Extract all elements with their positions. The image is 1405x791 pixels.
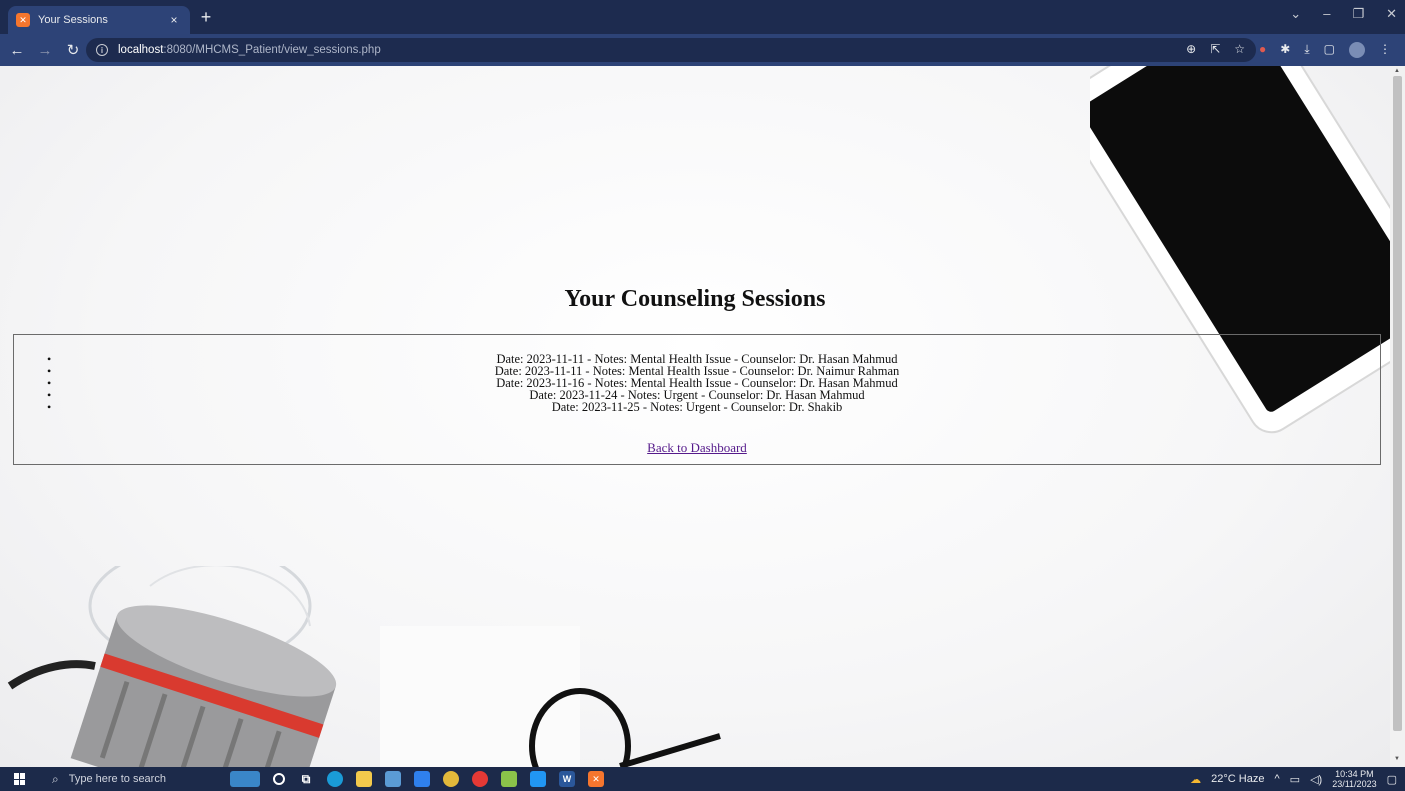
back-arrow-icon[interactable]: ← [6,42,28,59]
share-icon[interactable]: ⇱ [1210,42,1220,58]
volume-icon[interactable]: ◁) [1310,773,1322,786]
browser-tab-strip: ✕ Your Sessions × + ⌄ – ❐ ✕ [0,0,1405,34]
windows-taskbar: ⌕ Type here to search ⧉ W ✕ ☁ 22°C Haze … [0,767,1405,791]
profile-icon[interactable] [1349,42,1365,58]
clock[interactable]: 10:34 PM 23/11/2023 [1332,769,1376,789]
scroll-up-icon[interactable]: ▲ [1394,68,1400,74]
clock-date: 23/11/2023 [1332,779,1377,789]
page-content: Your Counseling Sessions Date: 2023-11-1… [0,66,1390,767]
widgets-app-icon[interactable] [230,771,260,787]
mail-icon[interactable] [414,771,430,787]
sessions-container: Date: 2023-11-11 - Notes: Mental Health … [13,334,1381,465]
notepad-icon[interactable] [501,771,517,787]
xampp-icon[interactable]: ✕ [588,771,604,787]
page-scrollbar[interactable]: ▲ ▼ [1390,66,1405,767]
back-link-wrapper: Back to Dashboard [14,440,1380,456]
windows-logo-icon [14,773,26,785]
extension-red-icon[interactable]: ● [1259,42,1266,58]
weather-icon[interactable]: ☁ [1190,773,1201,786]
clock-time: 10:34 PM [1335,769,1374,779]
start-button[interactable] [0,767,40,791]
edge-icon[interactable] [327,771,343,787]
forward-arrow-icon[interactable]: → [34,42,56,59]
page-title: Your Counseling Sessions [564,286,826,312]
network-icon[interactable]: ▭ [1290,773,1300,786]
tab-close-icon[interactable]: × [166,13,182,27]
maximize-button[interactable]: ❐ [1352,6,1364,22]
store-icon[interactable] [385,771,401,787]
url-host: localhost [118,44,164,56]
scroll-thumb[interactable] [1393,76,1402,731]
task-view-icon[interactable]: ⧉ [298,771,314,787]
zoom-icon[interactable]: ⊕ [1186,42,1196,58]
search-placeholder: Type here to search [68,773,166,785]
system-tray: ☁ 22°C Haze ^ ▭ ◁) 10:34 PM 23/11/2023 ▢ [1190,767,1397,791]
info-icon[interactable]: i [96,44,108,56]
close-window-button[interactable]: ✕ [1386,6,1397,22]
page-viewport: Your Counseling Sessions Date: 2023-11-1… [0,66,1390,767]
tab-title: Your Sessions [38,14,108,26]
vscode-icon[interactable] [530,771,546,787]
chrome-icon[interactable] [443,771,459,787]
opera-icon[interactable] [472,771,488,787]
url-path: :8080/MHCMS_Patient/view_sessions.php [163,44,381,56]
star-icon[interactable]: ☆ [1234,42,1245,58]
session-item: Date: 2023-11-25 - Notes: Urgent - Couns… [14,401,1380,414]
tray-chevron-icon[interactable]: ^ [1275,773,1280,785]
window-controls: ⌄ – ❐ ✕ [1290,6,1397,22]
browser-tab[interactable]: ✕ Your Sessions × [8,6,190,34]
xampp-favicon-icon: ✕ [16,13,30,27]
download-icon[interactable]: ⤓ [1304,42,1309,58]
extensions-icon[interactable]: ✱ [1280,42,1290,58]
toolbar-icons: ⊕ ⇱ ☆ ● ✱ ⤓ ▢ ⋮ [1186,42,1391,58]
session-list: Date: 2023-11-11 - Notes: Mental Health … [14,353,1380,414]
file-explorer-icon[interactable] [356,771,372,787]
search-icon: ⌕ [52,771,59,786]
cortana-icon[interactable] [273,773,285,785]
minimize-button[interactable]: – [1323,6,1330,22]
back-to-dashboard-link[interactable]: Back to Dashboard [647,440,747,455]
taskbar-search[interactable]: ⌕ Type here to search [40,767,190,791]
word-icon[interactable]: W [559,771,575,787]
weather-text[interactable]: 22°C Haze [1211,773,1264,785]
browser-toolbar: ← → ↻ i localhost:8080/MHCMS_Patient/vie… [0,34,1405,66]
scroll-down-icon[interactable]: ▼ [1394,756,1400,762]
sidepanel-icon[interactable]: ▢ [1324,42,1335,58]
notifications-icon[interactable]: ▢ [1387,773,1397,786]
address-bar[interactable]: i localhost:8080/MHCMS_Patient/view_sess… [86,38,1256,62]
menu-icon[interactable]: ⋮ [1379,42,1391,58]
tab-search-icon[interactable]: ⌄ [1290,6,1301,22]
reload-icon[interactable]: ↻ [62,41,84,59]
new-tab-button[interactable]: + [196,8,216,26]
taskbar-apps: ⧉ W ✕ [230,771,604,787]
